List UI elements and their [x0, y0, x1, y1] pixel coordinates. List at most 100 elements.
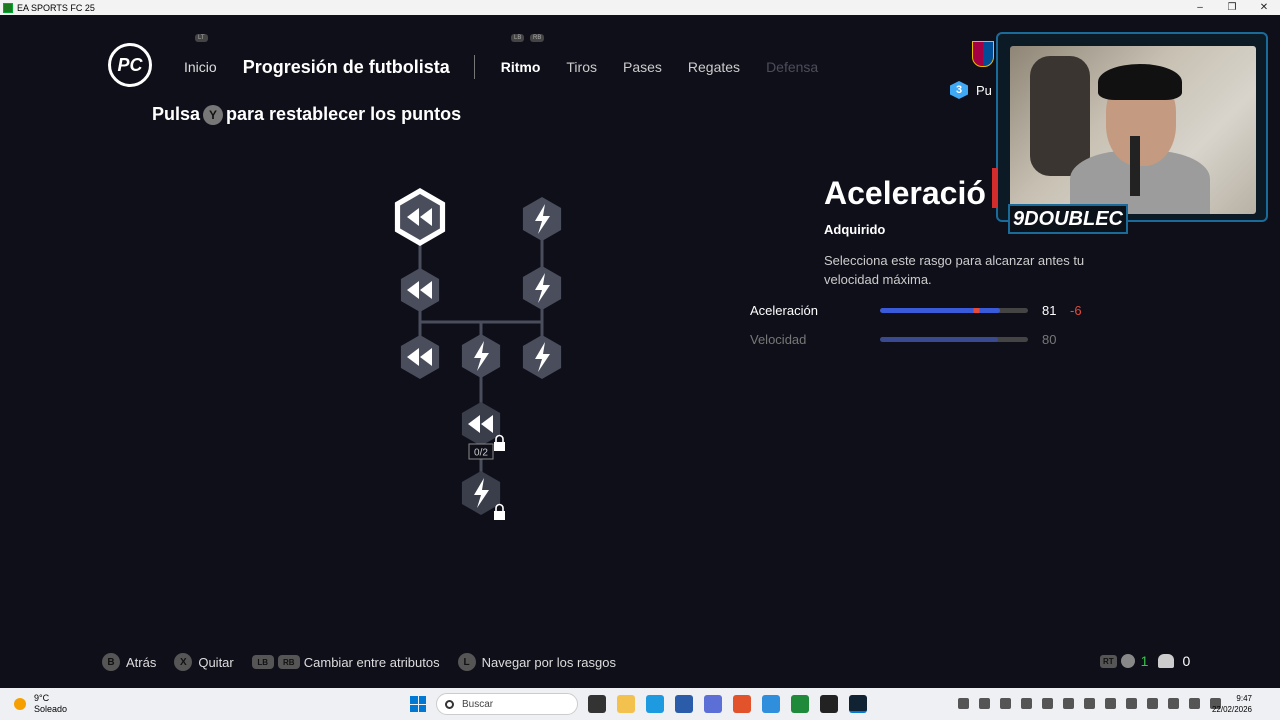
stat-value: 80 [1042, 332, 1057, 347]
hint-label: Atrás [126, 654, 157, 670]
mic-icon[interactable] [1147, 698, 1158, 709]
skill-node[interactable] [522, 335, 562, 379]
lock-counter: 0/2 [468, 443, 494, 460]
stat-bar [880, 337, 1028, 342]
lock-icon [494, 511, 505, 520]
frame-accent [992, 168, 998, 208]
hint-navigate-traits[interactable]: L Navegar por los rasgos [457, 653, 616, 671]
weather-text: Soleado [34, 704, 68, 714]
hint-remove[interactable]: X Quitar [174, 653, 234, 671]
windows-start-icon[interactable] [410, 696, 426, 712]
trait-title: Aceleració [824, 175, 986, 211]
lb-button-icon: LB [251, 655, 274, 669]
tray-app-icon[interactable] [1105, 698, 1116, 709]
tray-app-icon[interactable] [979, 698, 990, 709]
webcam-video [1010, 46, 1256, 214]
temperature: 9°C [34, 693, 50, 703]
tree-nodes [394, 188, 562, 520]
hint-back[interactable]: B Atrás [102, 653, 156, 671]
x-button-icon: X [174, 653, 193, 671]
stat-velocidad: Velocidad 80 [750, 332, 1066, 347]
bluetooth-icon[interactable] [1126, 698, 1137, 709]
stat-aceleracion: Aceleración 81 -6 [750, 303, 1082, 318]
trait-description: Selecciona este rasgo para alcanzar ante… [824, 253, 1085, 287]
clock-date: 22/02/2026 [1211, 705, 1252, 714]
file-explorer-icon[interactable] [617, 695, 635, 713]
stat-bar-fill [880, 337, 999, 342]
microphone [1130, 136, 1140, 196]
trait-status: Adquirido [824, 222, 886, 237]
l-stick-icon: L [457, 653, 476, 671]
system-tray [958, 698, 1231, 709]
green-count: 1 [1140, 653, 1149, 669]
stat-label: Aceleración [750, 303, 818, 318]
hint-label: Navegar por los rasgos [481, 654, 616, 670]
voice-status: RT 1 0 [1100, 653, 1190, 669]
tray-app-icon[interactable] [1021, 698, 1032, 709]
app-icon [3, 2, 13, 13]
stat-label: Velocidad [750, 332, 807, 347]
close-button[interactable]: ✕ [1248, 2, 1280, 13]
hint-label: Quitar [198, 654, 234, 670]
hint-switch-attributes[interactable]: LB RB Cambiar entre atributos [251, 654, 440, 670]
window-controls: – ❐ ✕ [1184, 2, 1280, 13]
hint-label: Cambiar entre atributos [303, 654, 440, 670]
controller-hints: B Atrás X Quitar LB RB Cambiar entre atr… [102, 653, 634, 671]
brave-icon[interactable] [733, 695, 751, 713]
minimize-button[interactable]: – [1184, 2, 1216, 13]
fc25-taskbar-icon[interactable] [849, 695, 867, 713]
task-view-icon[interactable] [588, 695, 606, 713]
wifi-icon[interactable] [1189, 698, 1200, 709]
rb-button-icon: RB [277, 655, 300, 669]
skill-node[interactable] [522, 266, 562, 310]
tray-app-icon[interactable] [1063, 698, 1074, 709]
skill-node[interactable] [400, 268, 440, 312]
store-icon[interactable] [675, 695, 693, 713]
streamer-cap [1098, 64, 1182, 100]
weather-widget[interactable]: 9°C Soleado [14, 693, 67, 715]
lock-icon [494, 442, 505, 451]
clock[interactable]: 9:47 22/02/2026 [1212, 693, 1252, 715]
taskbar-search[interactable]: Buscar [436, 693, 578, 715]
keyboard-icon[interactable] [1168, 698, 1179, 709]
tray-app-icon[interactable] [1000, 698, 1011, 709]
webcam-overlay: 9DOUBLEC [992, 32, 1268, 240]
game-screen: PC LT LB RB Inicio Progresión de futboli… [0, 15, 1280, 688]
obs-icon[interactable] [820, 695, 838, 713]
tray-app-icon[interactable] [1084, 698, 1095, 709]
background-coat [1030, 56, 1090, 176]
b-button-icon: B [102, 653, 120, 671]
clock-time: 9:47 [1236, 694, 1252, 703]
stat-value: 81 [1042, 303, 1057, 318]
search-placeholder: Buscar [462, 698, 494, 710]
lock-shackle [495, 434, 504, 442]
skill-node[interactable] [522, 197, 562, 241]
lock-counter-text: 0/2 [474, 448, 488, 459]
streamer-nameplate: 9DOUBLEC [1008, 204, 1128, 234]
skill-node[interactable] [461, 471, 505, 520]
rt-button-icon: RT [1100, 654, 1117, 668]
window-title: EA SPORTS FC 25 [17, 2, 95, 13]
skill-node[interactable] [400, 335, 440, 379]
webcam-frame [996, 32, 1268, 222]
windows-taskbar: 9°C Soleado Buscar 9:47 22/02/2026 [0, 688, 1280, 720]
sun-icon [14, 698, 26, 710]
maximize-button[interactable]: ❐ [1216, 2, 1248, 13]
taskbar-apps [588, 695, 878, 713]
skill-node[interactable] [461, 334, 501, 378]
lock-shackle [495, 503, 504, 511]
app-icon[interactable] [704, 695, 722, 713]
stat-bar-fill [880, 308, 1000, 313]
tray-chevron-icon[interactable] [958, 698, 969, 709]
speaker-icon[interactable] [1120, 654, 1135, 668]
app-icon[interactable] [762, 695, 780, 713]
stat-delta: -6 [1070, 303, 1082, 318]
tray-app-icon[interactable] [1042, 698, 1053, 709]
edge-icon[interactable] [646, 695, 664, 713]
people-count: 0 [1182, 653, 1191, 669]
xbox-icon[interactable] [791, 695, 809, 713]
people-icon[interactable] [1158, 654, 1175, 668]
search-icon [445, 699, 454, 709]
window-titlebar: EA SPORTS FC 25 – ❐ ✕ [0, 0, 1280, 15]
skill-node[interactable] [394, 188, 446, 246]
